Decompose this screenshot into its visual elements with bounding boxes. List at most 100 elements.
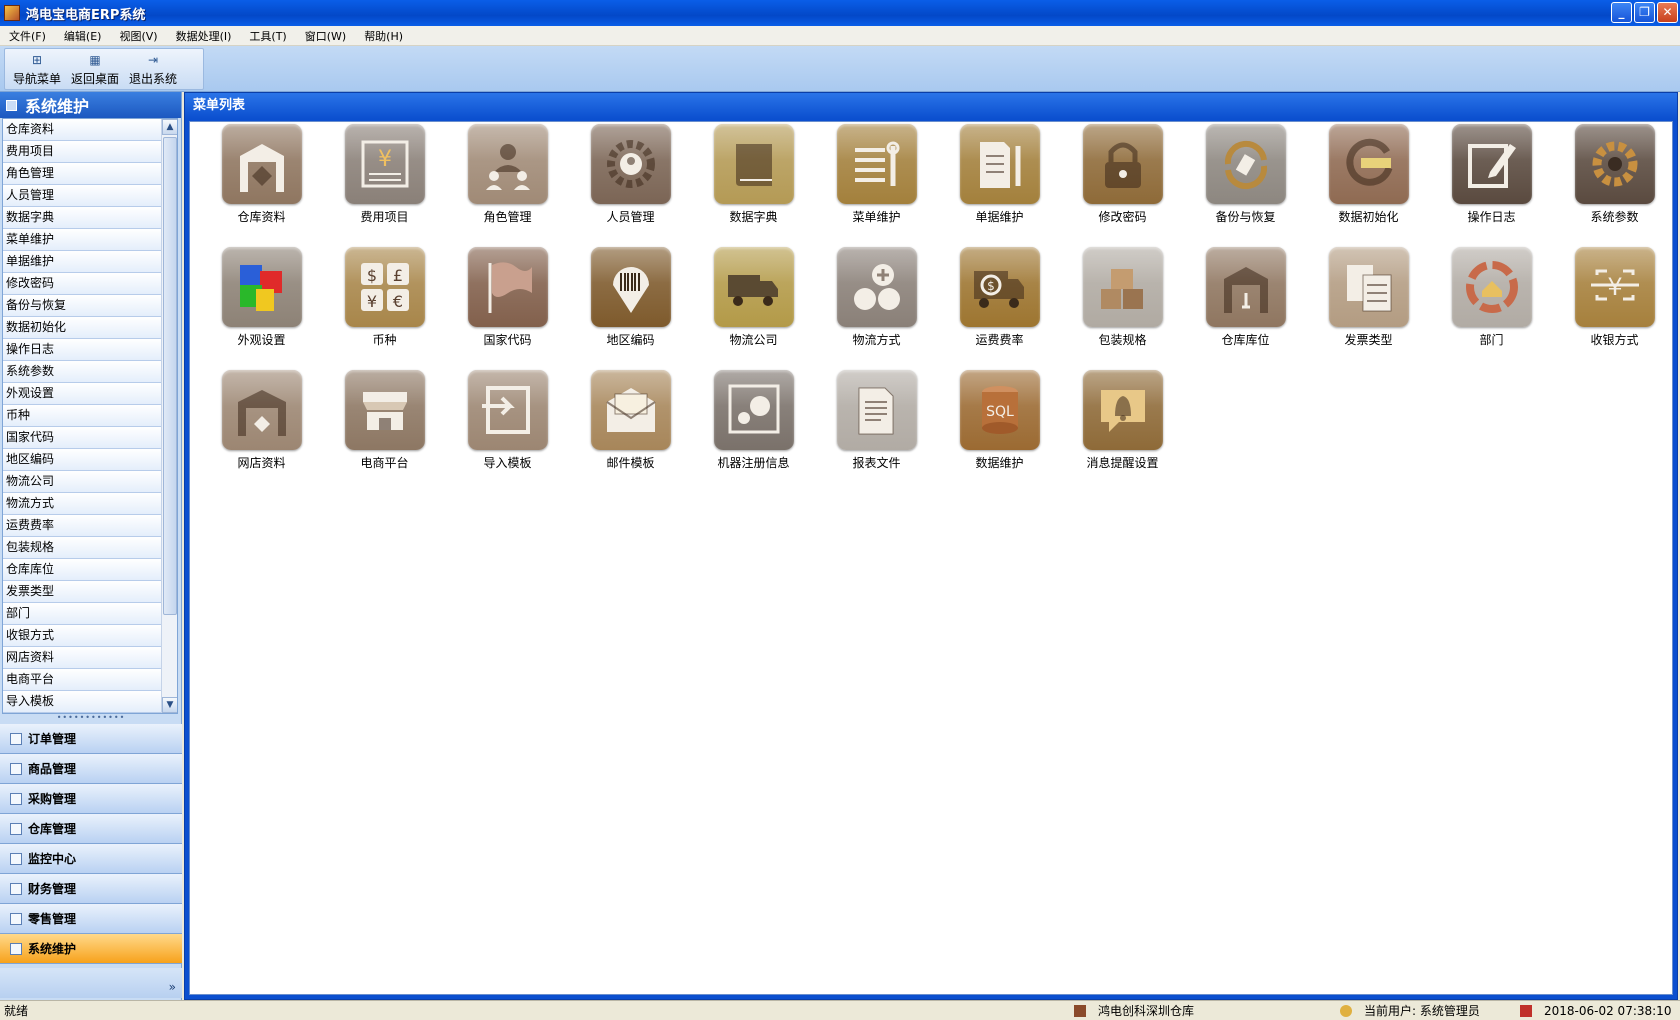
menu-tile[interactable]: 数据初始化	[1307, 124, 1430, 247]
menu-tools[interactable]: 工具(T)	[240, 28, 295, 44]
maximize-button[interactable]: ❐	[1634, 2, 1655, 23]
sidebar-item[interactable]: 电商平台	[3, 669, 163, 691]
menu-tile-label: 系统参数	[1590, 210, 1639, 224]
menu-data-processing[interactable]: 数据处理(I)	[167, 28, 241, 44]
menu-tile[interactable]: 报表文件	[815, 370, 938, 493]
menu-tile[interactable]: 地区编码	[569, 247, 692, 370]
menu-tile[interactable]: 物流方式	[815, 247, 938, 370]
menu-tile[interactable]: 部门	[1430, 247, 1553, 370]
sidebar-item[interactable]: 系统参数	[3, 361, 163, 383]
menu-tile[interactable]: 网店资料	[200, 370, 323, 493]
sidebar-item[interactable]: 外观设置	[3, 383, 163, 405]
sidebar-item[interactable]: 单据维护	[3, 251, 163, 273]
sidebar-scrollbar[interactable]: ▲ ▼	[161, 119, 177, 713]
menu-help[interactable]: 帮助(H)	[355, 28, 412, 44]
menu-tile[interactable]: 仓库库位	[1184, 247, 1307, 370]
status-bar: 就绪 鸿电创科深圳仓库 当前用户: 系统管理员 2018-06-02 07:38…	[0, 1000, 1680, 1020]
module-square-icon	[10, 762, 22, 775]
menu-tile[interactable]: 导入模板	[446, 370, 569, 493]
scroll-down-arrow[interactable]: ▼	[162, 697, 177, 713]
module-button[interactable]: 监控中心	[0, 844, 182, 874]
menu-tile-label: 国家代码	[483, 333, 532, 347]
menu-tile[interactable]: 消息提醒设置	[1061, 370, 1184, 493]
module-button[interactable]: 系统维护	[0, 934, 182, 964]
menu-tile[interactable]: 机器注册信息	[692, 370, 815, 493]
sidebar-item[interactable]: 运费费率	[3, 515, 163, 537]
sidebar-item[interactable]: 物流公司	[3, 471, 163, 493]
sidebar-item[interactable]: 导入模板	[3, 691, 163, 713]
close-button[interactable]: ✕	[1657, 2, 1678, 23]
menu-tile[interactable]: $ 运费费率	[938, 247, 1061, 370]
menu-tile-label: 地区编码	[606, 333, 655, 347]
menu-tile[interactable]: 系统参数	[1553, 124, 1676, 247]
menu-tile-label: 导入模板	[483, 456, 532, 470]
module-square-icon	[10, 852, 22, 865]
menu-tile[interactable]: ¥ 收银方式	[1553, 247, 1676, 370]
menu-tile[interactable]: 国家代码	[446, 247, 569, 370]
sidebar-item[interactable]: 备份与恢复	[3, 295, 163, 317]
menu-tile[interactable]: 邮件模板	[569, 370, 692, 493]
module-button[interactable]: 采购管理	[0, 784, 182, 814]
invoice-type-icon	[1328, 247, 1409, 327]
menu-tile[interactable]: 发票类型	[1307, 247, 1430, 370]
sidebar-item[interactable]: 发票类型	[3, 581, 163, 603]
sidebar-item[interactable]: 费用项目	[3, 141, 163, 163]
menu-edit[interactable]: 编辑(E)	[55, 28, 111, 44]
sidebar-item[interactable]: 收银方式	[3, 625, 163, 647]
menu-file[interactable]: 文件(F)	[0, 28, 55, 44]
menu-tile[interactable]: 仓库资料	[200, 124, 323, 247]
nav-menu-button[interactable]: ⊞ 导航菜单	[13, 53, 61, 89]
warehouse-location-icon	[1205, 247, 1286, 327]
module-button[interactable]: 财务管理	[0, 874, 182, 904]
menu-tile[interactable]: SQL 数据维护	[938, 370, 1061, 493]
menu-view[interactable]: 视图(V)	[110, 28, 166, 44]
sidebar-item[interactable]: 仓库库位	[3, 559, 163, 581]
sidebar-item[interactable]: 菜单维护	[3, 229, 163, 251]
expand-chevron-icon[interactable]: »	[169, 980, 176, 994]
scroll-up-arrow[interactable]: ▲	[162, 119, 177, 135]
scroll-thumb[interactable]	[163, 137, 177, 615]
menu-tile-label: 单据维护	[975, 210, 1024, 224]
menu-tile[interactable]: 单据维护	[938, 124, 1061, 247]
module-button[interactable]: 仓库管理	[0, 814, 182, 844]
sidebar-item[interactable]: 包装规格	[3, 537, 163, 559]
sidebar-item[interactable]: 国家代码	[3, 427, 163, 449]
sidebar-item[interactable]: 币种	[3, 405, 163, 427]
menu-tile[interactable]: $ £ ¥ € 币种	[323, 247, 446, 370]
sidebar-item[interactable]: 部门	[3, 603, 163, 625]
menu-tile[interactable]: 菜单维护	[815, 124, 938, 247]
sidebar-item[interactable]: 角色管理	[3, 163, 163, 185]
module-button[interactable]: 订单管理	[0, 724, 182, 754]
menu-tile[interactable]: 电商平台	[323, 370, 446, 493]
sidebar-item[interactable]: 网店资料	[3, 647, 163, 669]
menu-tile[interactable]: 备份与恢复	[1184, 124, 1307, 247]
module-button[interactable]: 商品管理	[0, 754, 182, 784]
menu-tile[interactable]: 外观设置	[200, 247, 323, 370]
menu-tile[interactable]: 操作日志	[1430, 124, 1553, 247]
sidebar-item[interactable]: 操作日志	[3, 339, 163, 361]
svg-text:€: €	[392, 292, 402, 311]
sidebar-splitter[interactable]: ••••••••••••	[0, 714, 182, 722]
module-button[interactable]: 零售管理	[0, 904, 182, 934]
sidebar-item[interactable]: 修改密码	[3, 273, 163, 295]
sidebar-item[interactable]: 物流方式	[3, 493, 163, 515]
sidebar-item[interactable]: 仓库资料	[3, 119, 163, 141]
sidebar-item[interactable]: 人员管理	[3, 185, 163, 207]
back-desktop-button[interactable]: ▦ 返回桌面	[71, 53, 119, 89]
menu-tile[interactable]: 人员管理	[569, 124, 692, 247]
sidebar-item[interactable]: 地区编码	[3, 449, 163, 471]
menu-tile-label: 运费费率	[975, 333, 1024, 347]
menu-tile[interactable]: 包装规格	[1061, 247, 1184, 370]
online-store-icon	[221, 370, 302, 450]
sidebar-item[interactable]: 数据初始化	[3, 317, 163, 339]
menu-tile[interactable]: 角色管理	[446, 124, 569, 247]
sidebar-menu-list: 仓库资料 费用项目 角色管理 人员管理 数据字典 菜单维护 单据维护 修改密码 备份与恢复 数据初…	[2, 118, 178, 714]
minimize-button[interactable]: _	[1611, 2, 1632, 23]
menu-tile[interactable]: 数据字典	[692, 124, 815, 247]
menu-tile[interactable]: ¥ 费用项目	[323, 124, 446, 247]
menu-window[interactable]: 窗口(W)	[296, 28, 355, 44]
exit-system-button[interactable]: ⇥ 退出系统	[129, 53, 177, 89]
sidebar-item[interactable]: 数据字典	[3, 207, 163, 229]
menu-tile[interactable]: 物流公司	[692, 247, 815, 370]
menu-tile[interactable]: 修改密码	[1061, 124, 1184, 247]
